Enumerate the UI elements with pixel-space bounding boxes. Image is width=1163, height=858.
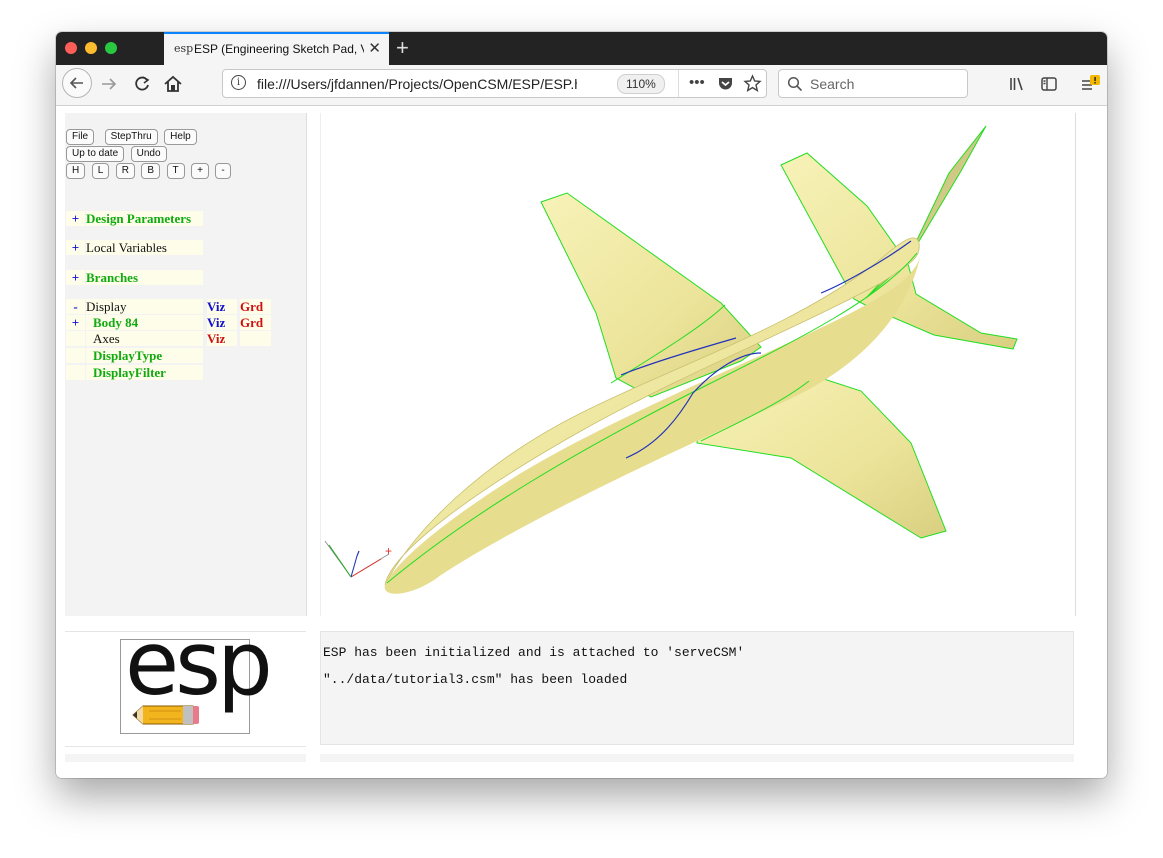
help-button[interactable]: Help [164, 129, 197, 145]
view-top-button[interactable]: T [166, 163, 185, 179]
close-tab-icon[interactable]: ✕ [368, 39, 381, 57]
navigation-bar: i file:///Users/jfdannen/Projects/OpenCS… [56, 65, 1107, 106]
bookmark-star-icon[interactable] [743, 74, 762, 93]
axes-grd-cell [240, 331, 271, 346]
page-info-icon[interactable]: i [231, 75, 246, 90]
forward-arrow-icon[interactable] [98, 73, 120, 95]
expand-local-variables[interactable]: + [66, 240, 85, 255]
expand-branches[interactable]: + [66, 270, 85, 285]
view-left-button[interactable]: L [91, 163, 110, 179]
branches-label[interactable]: Branches [86, 270, 203, 285]
search-icon [787, 76, 803, 92]
message-line-2: "../data/tutorial3.csm" has been loaded [323, 672, 628, 687]
button-row-3: H L R B T + - [66, 160, 233, 179]
tree-row-body: + Body 84 Viz Grd [65, 315, 305, 330]
message-line-1: ESP has been initialized and is attached… [323, 645, 745, 660]
logo-panel: esp [65, 612, 306, 747]
reload-icon[interactable] [131, 73, 153, 95]
display-filter-label[interactable]: DisplayFilter [86, 365, 203, 380]
zoom-in-button[interactable]: + [191, 163, 209, 179]
esp-logo: esp [120, 612, 273, 734]
tree-row-design-parameters: + Design Parameters [65, 211, 305, 226]
menu-icon[interactable] [1080, 75, 1102, 95]
display-filter-sign-cell [66, 365, 85, 380]
tree-row-display-type: DisplayType [65, 348, 305, 363]
back-button[interactable] [62, 68, 92, 98]
aircraft-model[interactable]: + [321, 113, 1075, 616]
pocket-icon[interactable] [717, 75, 734, 92]
tree-row-display: - Display Viz Grd [65, 299, 305, 314]
message-panel: ESP has been initialized and is attached… [320, 631, 1074, 745]
tree-row-axes: Axes Viz [65, 331, 305, 346]
back-arrow-icon [69, 77, 83, 89]
tree-row-branches: + Branches [65, 270, 305, 285]
design-parameters-label[interactable]: Design Parameters [86, 211, 203, 226]
body-label[interactable]: Body 84 [86, 315, 203, 330]
active-tab[interactable]: esp ESP (Engineering Sketch Pad, V1 ✕ [164, 32, 389, 65]
display-label: Display [86, 299, 203, 314]
url-bar[interactable]: i file:///Users/jfdannen/Projects/OpenCS… [222, 69, 767, 98]
display-type-sign-cell [66, 348, 85, 363]
expand-body[interactable]: + [66, 315, 85, 330]
left-panel: File StepThru Help Up to date Undo H L R… [65, 113, 307, 616]
url-text[interactable]: file:///Users/jfdannen/Projects/OpenCSM/… [257, 76, 577, 92]
page-actions-icon[interactable]: ••• [689, 74, 705, 91]
page-content: File StepThru Help Up to date Undo H L R… [56, 106, 1107, 778]
view-right-button[interactable]: R [115, 163, 135, 179]
minimize-window-button[interactable] [85, 42, 97, 54]
pencil-icon [132, 705, 199, 725]
local-variables-label[interactable]: Local Variables [86, 240, 203, 255]
tab-bar: esp ESP (Engineering Sketch Pad, V1 ✕ + [56, 32, 1107, 65]
library-icon[interactable] [1008, 75, 1026, 93]
display-viz-toggle[interactable]: Viz [207, 299, 237, 314]
view-home-button[interactable]: H [66, 163, 86, 179]
close-window-button[interactable] [65, 42, 77, 54]
sidebar-icon[interactable] [1040, 75, 1058, 93]
display-grd-toggle[interactable]: Grd [240, 299, 271, 314]
new-tab-icon[interactable]: + [396, 35, 409, 61]
home-icon[interactable] [162, 73, 184, 95]
axes-label: Axes [86, 331, 203, 346]
bottom-strip-left [65, 754, 306, 762]
esp-logo-text: esp [125, 612, 273, 715]
display-type-label[interactable]: DisplayType [86, 348, 203, 363]
tree-row-local-variables: + Local Variables [65, 240, 305, 255]
body-grd-toggle[interactable]: Grd [240, 315, 271, 330]
search-box[interactable]: Search [778, 69, 968, 98]
axes-sign-cell [66, 331, 85, 346]
search-placeholder: Search [810, 76, 855, 92]
zoom-level-badge[interactable]: 110% [617, 74, 665, 94]
expand-design-parameters[interactable]: + [66, 211, 85, 226]
graphics-viewer[interactable]: + [320, 113, 1076, 616]
tab-title: ESP (Engineering Sketch Pad, V1 [194, 42, 364, 56]
body-viz-toggle[interactable]: Viz [207, 315, 237, 330]
view-bottom-button[interactable]: B [141, 163, 161, 179]
esp-favicon-icon: esp [174, 42, 194, 55]
browser-window: esp ESP (Engineering Sketch Pad, V1 ✕ + … [56, 32, 1107, 778]
bottom-strip-right [320, 754, 1074, 762]
zoom-window-button[interactable] [105, 42, 117, 54]
url-divider [678, 70, 679, 97]
tree-row-display-filter: DisplayFilter [65, 365, 305, 380]
collapse-display[interactable]: - [66, 299, 85, 314]
axes-viz-toggle[interactable]: Viz [207, 331, 237, 346]
svg-text:+: + [385, 544, 392, 558]
zoom-out-button[interactable]: - [215, 163, 231, 179]
